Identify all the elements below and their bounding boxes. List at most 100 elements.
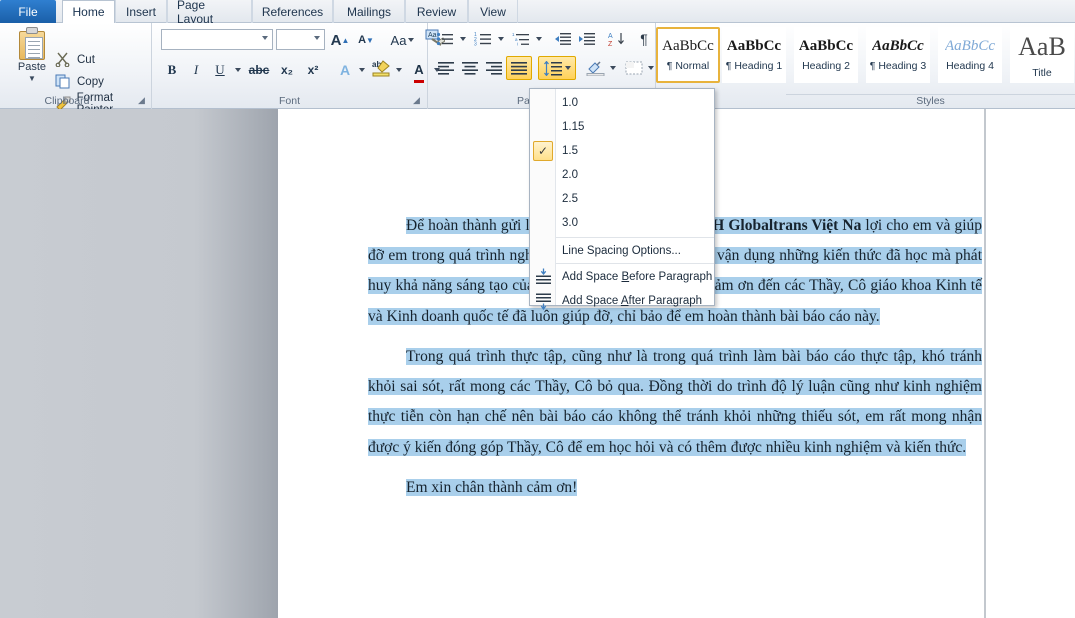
- grow-font-button[interactable]: A ▲: [329, 29, 351, 51]
- style-heading-3[interactable]: AaBbCc ¶ Heading 3: [866, 27, 930, 83]
- add-space-before-icon: [535, 268, 552, 286]
- menu-item-line-spacing-options[interactable]: Line Spacing Options...: [530, 239, 716, 263]
- multilevel-list-button[interactable]: 1ai: [510, 28, 532, 50]
- menu-item-2-0[interactable]: 2.0: [530, 163, 716, 187]
- style-title-preview: AaB: [1018, 31, 1066, 61]
- style-title-label: Title: [1032, 66, 1052, 79]
- style-heading-1[interactable]: AaBbCc ¶ Heading 1: [722, 27, 786, 83]
- highlight-dropdown-button[interactable]: [392, 59, 404, 81]
- borders-dropdown-button[interactable]: [644, 57, 656, 79]
- menu-item-2-5[interactable]: 2.5: [530, 187, 716, 211]
- highlight-button[interactable]: ab: [369, 59, 393, 81]
- styles-group-label: Styles: [916, 95, 945, 107]
- tab-review[interactable]: Review: [405, 0, 468, 23]
- shrink-font-button[interactable]: A ▼: [355, 29, 377, 51]
- menu-item-1-0[interactable]: 1.0: [530, 91, 716, 115]
- text-effects-chevron-down-icon: [359, 68, 365, 72]
- menu-item-add-space-after[interactable]: Add Space After Paragraph: [530, 289, 716, 313]
- document-paragraph-3: Em xin chân thành cảm ơn!: [368, 473, 982, 503]
- document-paragraph-2: Trong quá trình thực tập, cũng như là tr…: [368, 342, 982, 463]
- menu-item-3-0[interactable]: 3.0: [530, 211, 716, 235]
- bullets-button[interactable]: [434, 28, 456, 50]
- style-title[interactable]: AaB Title: [1010, 27, 1074, 83]
- bullets-dropdown-button[interactable]: [456, 28, 468, 50]
- menu-item-1-5[interactable]: ✓ 1.5: [530, 139, 716, 163]
- tab-mailings[interactable]: Mailings: [333, 0, 405, 23]
- bold-label: B: [167, 62, 177, 77]
- grow-font-label: A: [330, 31, 342, 49]
- superscript-button[interactable]: x²: [301, 59, 325, 81]
- shading-chevron-down-icon: [610, 66, 616, 70]
- tab-references[interactable]: References: [252, 0, 333, 23]
- style-normal-label: ¶ Normal: [666, 60, 710, 72]
- line-spacing-dropdown-menu[interactable]: 1.0 1.15 ✓ 1.5 2.0 2.5 3.0 Line Spacing …: [529, 88, 716, 311]
- justify-button[interactable]: [506, 56, 532, 80]
- ribbon-group-font: A ▲ A ▼ Aa Aa B I U abc x₂ x² A ab A Fon…: [152, 23, 446, 109]
- shading-button[interactable]: [583, 57, 607, 79]
- paste-button[interactable]: Paste ▼: [8, 27, 56, 91]
- style-heading-2[interactable]: AaBbCc Heading 2: [794, 27, 858, 83]
- font-size-dropdown-icon[interactable]: [314, 36, 320, 40]
- font-size-input[interactable]: [276, 29, 325, 50]
- numbering-button[interactable]: 123: [472, 28, 494, 50]
- cut-button[interactable]: Cut: [55, 50, 95, 70]
- menu-item-1-15[interactable]: 1.15: [530, 115, 716, 139]
- align-right-button[interactable]: [482, 57, 506, 79]
- text-effects-dropdown-button[interactable]: [355, 59, 367, 81]
- strikethrough-button[interactable]: abc: [246, 59, 272, 81]
- sort-button[interactable]: AZ: [606, 28, 628, 50]
- numbering-icon: 123: [474, 32, 491, 46]
- bullets-chevron-down-icon: [460, 37, 466, 41]
- tab-page-layout[interactable]: Page Layout: [167, 0, 252, 26]
- change-case-button[interactable]: Aa: [386, 29, 419, 51]
- style-normal[interactable]: AaBbCc ¶ Normal: [656, 27, 720, 83]
- bold-button[interactable]: B: [161, 59, 183, 81]
- decrease-indent-button[interactable]: [552, 28, 574, 50]
- menu-item-add-space-before[interactable]: Add Space Before Paragraph: [530, 265, 716, 289]
- tab-home[interactable]: Home: [62, 0, 115, 24]
- tab-view[interactable]: View: [468, 0, 518, 23]
- numbering-chevron-down-icon: [498, 37, 504, 41]
- shading-dropdown-button[interactable]: [606, 57, 618, 79]
- tab-file[interactable]: File: [0, 0, 56, 23]
- change-case-dropdown-icon[interactable]: [408, 38, 415, 42]
- paste-dropdown-arrow[interactable]: ▼: [28, 74, 36, 83]
- font-dialog-launcher[interactable]: ◢: [411, 95, 422, 106]
- styles-label-bar: Styles: [786, 94, 1075, 109]
- style-heading-4[interactable]: AaBbCc Heading 4: [938, 27, 1002, 83]
- align-left-button[interactable]: [434, 57, 458, 79]
- italic-button[interactable]: I: [185, 59, 207, 81]
- increase-indent-button[interactable]: [576, 28, 598, 50]
- sort-icon: AZ: [608, 32, 624, 47]
- bullets-icon: [436, 32, 453, 46]
- underline-button[interactable]: U: [209, 59, 231, 81]
- font-name-input[interactable]: [161, 29, 273, 50]
- clipboard-dialog-launcher[interactable]: ◢: [136, 95, 147, 106]
- text-effects-button[interactable]: A: [334, 59, 356, 81]
- numbering-dropdown-button[interactable]: [494, 28, 506, 50]
- left-gutter: [0, 109, 278, 618]
- tab-insert[interactable]: Insert: [115, 0, 167, 23]
- pilcrow-icon: ¶: [640, 31, 648, 47]
- align-center-button[interactable]: [458, 57, 482, 79]
- paste-label: Paste: [17, 61, 47, 73]
- scissors-icon: [55, 52, 73, 68]
- subscript-button[interactable]: x₂: [275, 59, 299, 81]
- style-heading-4-preview: AaBbCc: [945, 38, 995, 54]
- menu-separator-1: [556, 237, 714, 238]
- text-effects-label: A: [339, 62, 351, 78]
- style-heading-4-label: Heading 4: [946, 60, 994, 72]
- font-name-dropdown-icon[interactable]: [262, 36, 268, 40]
- borders-button[interactable]: [622, 57, 646, 79]
- checkmark-icon: ✓: [533, 141, 553, 161]
- cut-label: Cut: [77, 54, 95, 66]
- copy-button[interactable]: Copy: [55, 72, 104, 92]
- tab-page-layout-label: Page Layout: [177, 0, 214, 26]
- multilevel-list-dropdown-button[interactable]: [532, 28, 544, 50]
- show-formatting-marks-button[interactable]: ¶: [634, 28, 654, 50]
- italic-label: I: [193, 62, 199, 77]
- line-spacing-button[interactable]: [538, 56, 576, 80]
- strikethrough-label: abc: [248, 63, 270, 77]
- underline-dropdown-button[interactable]: [231, 59, 243, 81]
- menu-item-1-15-label: 1.15: [562, 121, 585, 133]
